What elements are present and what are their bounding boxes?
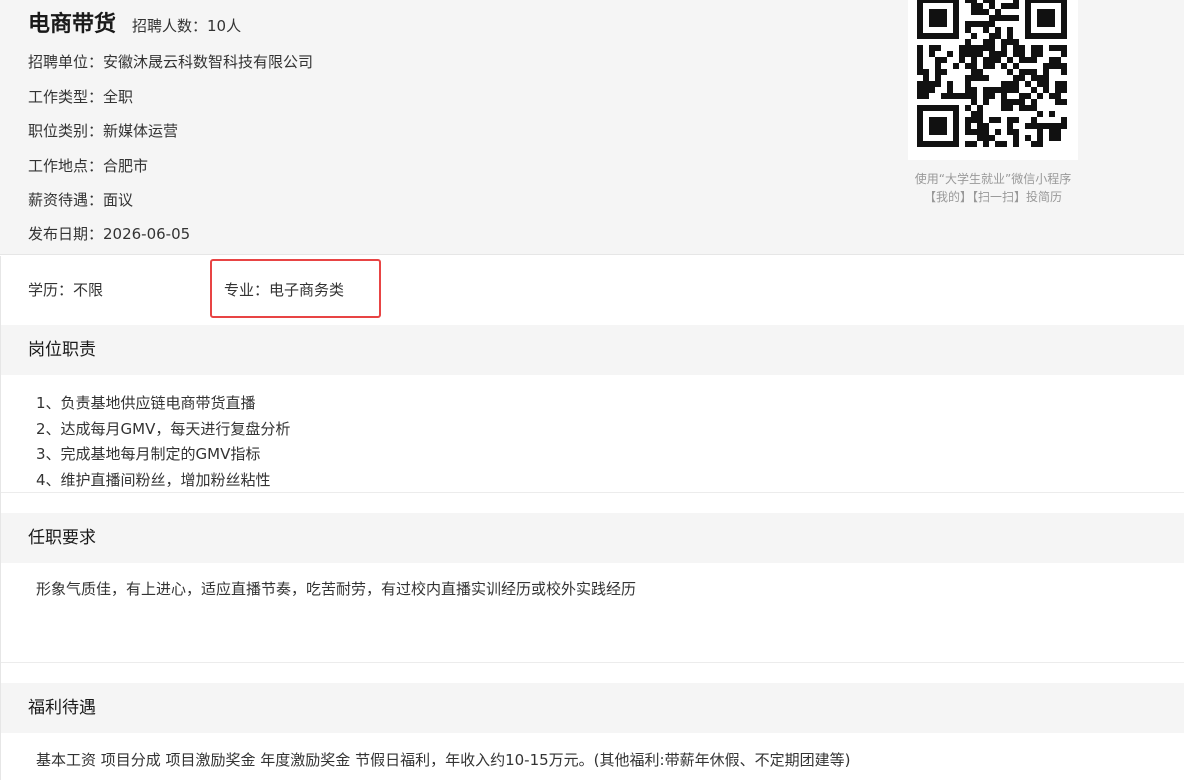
title-row: 电商带货 招聘人数：10人 [28, 6, 241, 42]
list-item: 2、达成每月GMV，每天进行复盘分析 [36, 419, 291, 438]
meta-row: 学历：不限 专业：电子商务类 [0, 256, 1184, 324]
duties-section-header: 岗位职责 [0, 325, 1184, 375]
list-item: 3、完成基地每月制定的GMV指标 [36, 445, 261, 463]
job-title: 电商带货 [28, 12, 117, 37]
benefits-heading: 福利待遇 [28, 698, 96, 718]
requirements-section-body: 形象气质佳，有上进心，适应直播节奏，吃苦耐劳，有过校内直播实训经历或校外实践经历 [0, 563, 1184, 663]
salary-info: 薪资待遇：面议 [28, 191, 134, 209]
list-item: 4、维护直播间粉丝，增加粉丝粘性 [36, 470, 271, 489]
page-left-border [0, 256, 1, 780]
requirements-heading: 任职要求 [28, 528, 96, 548]
education-info: 学历：不限 [28, 281, 104, 299]
list-item: 1、负责基地供应链电商带货直播 [36, 394, 256, 412]
requirements-text: 形象气质佳，有上进心，适应直播节奏，吃苦耐劳，有过校内直播实训经历或校外实践经历 [36, 580, 637, 598]
benefits-text: 基本工资 项目分成 项目激励奖金 年度激励奖金 节假日福利，年收入约10-15万… [36, 751, 851, 769]
company-info: 招聘单位：安徽沐晟云科数智科技有限公司 [28, 53, 314, 71]
duties-section-body: 1、负责基地供应链电商带货直播 2、达成每月GMV，每天进行复盘分析 3、完成基… [0, 375, 1184, 493]
category-info: 职位类别：新媒体运营 [28, 122, 179, 140]
benefits-section-header: 福利待遇 [0, 683, 1184, 733]
location-info: 工作地点：合肥市 [28, 157, 149, 175]
major-highlight-box [210, 259, 381, 318]
qr-code-icon [908, 0, 1078, 160]
qr-caption-line2: 【我的】【扫一扫】投简历 [923, 190, 1062, 204]
duties-heading: 岗位职责 [28, 340, 96, 360]
qr-caption-line1: 使用“大学生就业”微信小程序 [914, 172, 1072, 186]
requirements-section-header: 任职要求 [0, 513, 1184, 563]
headcount: 招聘人数：10人 [132, 17, 242, 35]
publish-date-info: 发布日期：2026-06-05 [28, 225, 191, 243]
benefits-section-body: 基本工资 项目分成 项目激励奖金 年度激励奖金 节假日福利，年收入约10-15万… [0, 733, 1184, 780]
work-type-info: 工作类型：全职 [28, 88, 134, 106]
job-header: 电商带货 招聘人数：10人 招聘单位：安徽沐晟云科数智科技有限公司 工作类型：全… [0, 0, 1184, 255]
